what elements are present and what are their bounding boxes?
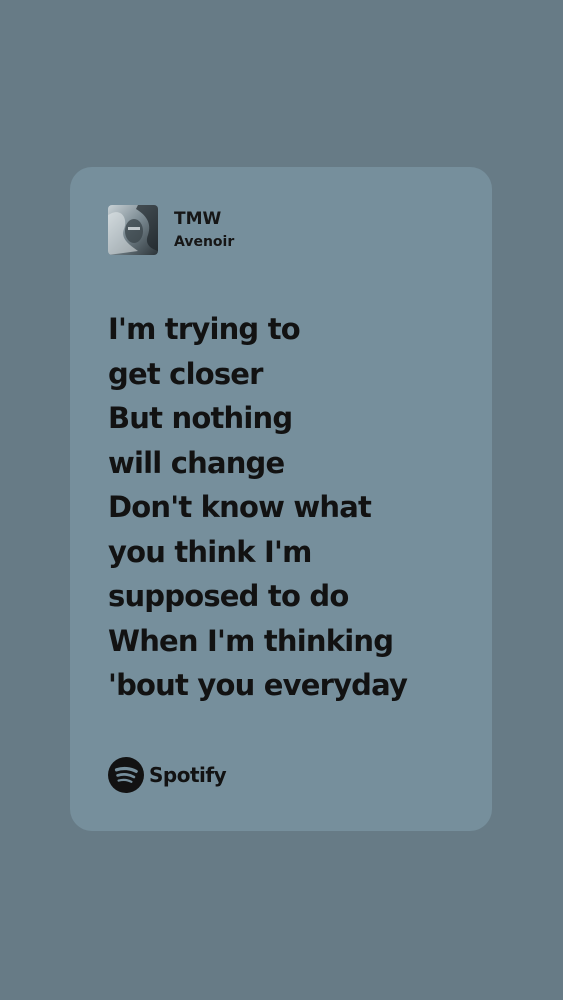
lyric-line: But nothing (108, 401, 293, 435)
spotify-wordmark: Spotify (149, 763, 227, 787)
track-title: TMW (174, 209, 222, 229)
track-info: TMW Avenoir (174, 209, 234, 251)
track-header: TMW Avenoir (108, 205, 234, 255)
lyric-line: I'm trying to (108, 312, 301, 346)
lyric-line: Don't know what (108, 490, 372, 524)
lyric-line: get closer (108, 356, 263, 391)
track-artist: Avenoir (174, 234, 235, 250)
lyric-line: you think I'm (108, 534, 312, 569)
lyric-line: 'bout you everyday (108, 668, 408, 702)
album-cover-art (108, 205, 158, 255)
spotify-logo-icon (108, 757, 144, 793)
lyric-line: When I'm thinking (108, 623, 394, 658)
lyric-line: will change (108, 445, 285, 480)
lyric-line: supposed to do (108, 579, 349, 613)
spotify-branding: Spotify (108, 757, 227, 793)
lyrics-share-card: TMW Avenoir I'm trying to get closer But… (70, 167, 492, 831)
lyrics-block: I'm trying to get closer But nothing wil… (108, 307, 408, 708)
